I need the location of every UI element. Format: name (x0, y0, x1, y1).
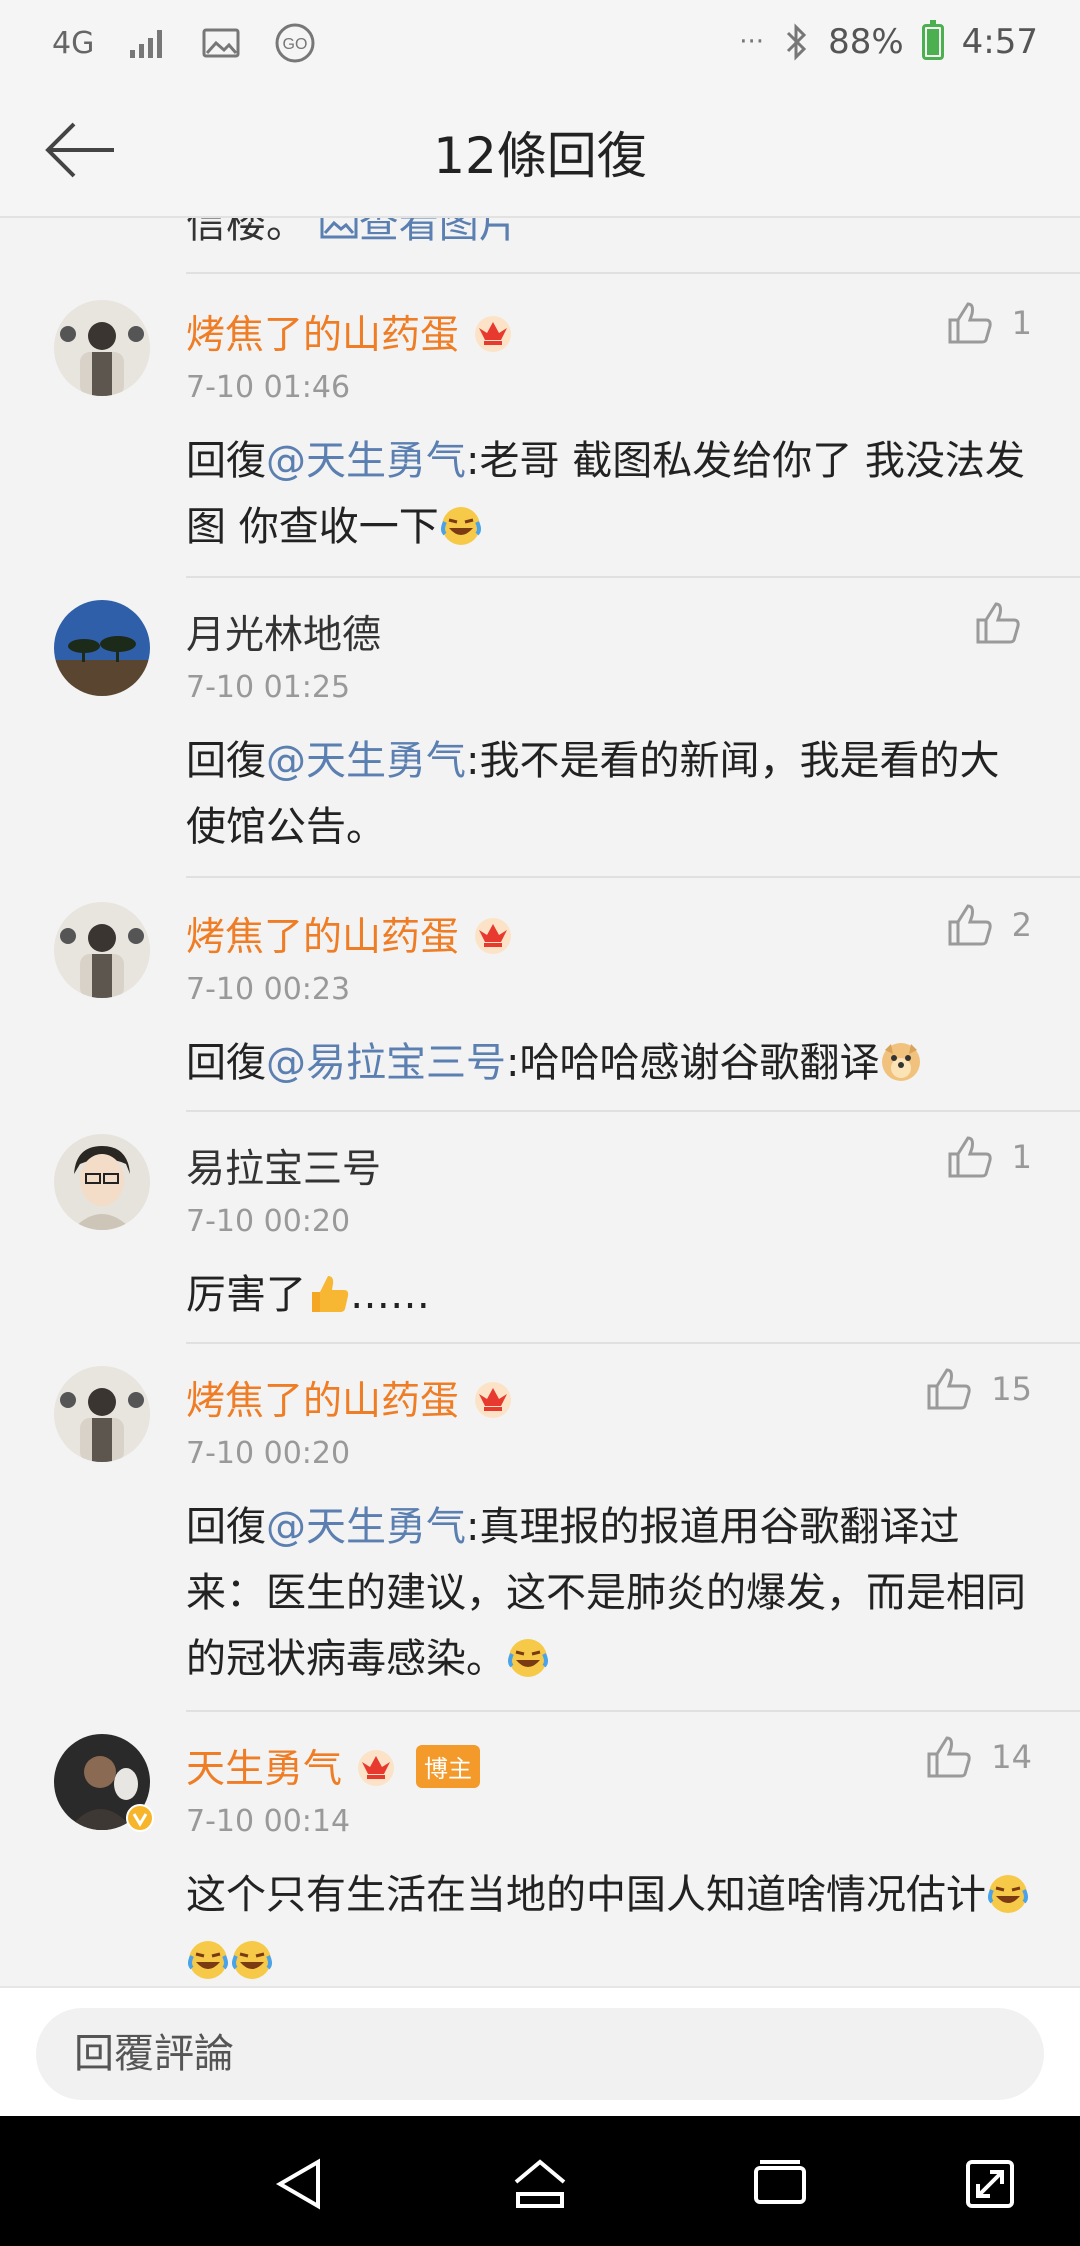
comment-time: 7-10 00:20 (186, 1436, 351, 1471)
network-4g-icon: 4G (52, 25, 95, 61)
divider (186, 1342, 1080, 1344)
thumbs-up-emoji (312, 1276, 349, 1312)
username[interactable]: 烤焦了的山药蛋 (186, 304, 515, 360)
laughing-crying-emoji (232, 1941, 272, 1979)
comment-text: 回復@天生勇气:真理报的报道用谷歌翻译过来：医生的建议，这不是肺炎的爆发，而是相… (186, 1504, 1026, 1682)
like-button[interactable]: 1 (946, 1134, 1032, 1180)
comment-text: 回復@天生勇气:我不是看的新闻，我是看的大使馆公告。 (186, 738, 1000, 850)
thumbs-up-icon (948, 302, 992, 344)
avatar[interactable] (54, 300, 150, 396)
comment-time: 7-10 01:46 (186, 370, 351, 405)
comment-time: 7-10 00:20 (186, 1204, 351, 1239)
like-count: 1 (1011, 1138, 1032, 1176)
divider (186, 576, 1080, 578)
nav-recents-icon[interactable] (750, 2154, 810, 2214)
mention-link[interactable]: @天生勇气 (266, 438, 466, 484)
like-button[interactable]: 1 (946, 300, 1032, 346)
divider (186, 1110, 1080, 1112)
avatar[interactable] (54, 902, 150, 998)
battery-icon (921, 20, 944, 60)
image-icon (202, 27, 240, 59)
battery-percent: 88% (828, 22, 904, 62)
crown-vip-icon (475, 918, 512, 954)
username[interactable]: 天生勇气 博主 (186, 1738, 481, 1794)
doge-emoji (882, 1043, 921, 1081)
signal-icon (128, 26, 168, 60)
divider (186, 272, 1080, 274)
header: 12條回復 (0, 88, 1080, 218)
divider (186, 876, 1080, 878)
laughing-crying-emoji (988, 1875, 1028, 1913)
username[interactable]: 易拉宝三号 (186, 1138, 381, 1194)
verified-v-icon (126, 1804, 154, 1832)
laughing-crying-emoji (440, 507, 481, 545)
like-button[interactable]: 14 (925, 1734, 1032, 1780)
like-button[interactable]: 15 (925, 1366, 1032, 1412)
like-button[interactable]: 2 (946, 902, 1032, 948)
comment-text: 回復@天生勇气:老哥 截图私发给你了 我没法发图 你查收一下 (186, 438, 1025, 550)
like-button[interactable] (974, 600, 1022, 646)
thumbs-up-icon (927, 1736, 971, 1778)
username[interactable]: 月光林地德 (186, 604, 381, 660)
username[interactable]: 烤焦了的山药蛋 (186, 906, 515, 962)
clock: 4:57 (961, 22, 1038, 62)
crown-vip-icon (475, 316, 512, 352)
crown-vip-icon (358, 1750, 395, 1786)
reply-bar: 回覆評論 (0, 1986, 1080, 2116)
comment-list: 信楼。 查看图片 烤焦了的山药蛋 7-10 01:46 1 回復@天生勇气:老哥… (0, 218, 1080, 1986)
like-count: 1 (1011, 304, 1032, 342)
comment-time: 7-10 00:23 (186, 972, 351, 1007)
avatar[interactable] (54, 1734, 154, 1832)
divider (186, 1710, 1080, 1712)
like-count: 2 (1011, 906, 1032, 944)
like-count: 14 (991, 1738, 1032, 1776)
crown-vip-icon (475, 1382, 512, 1418)
thumbs-up-icon (976, 602, 1020, 644)
mention-link[interactable]: @天生勇气 (266, 738, 466, 784)
reply-input[interactable]: 回覆評論 (36, 2008, 1044, 2100)
bluetooth-icon (782, 23, 810, 61)
go-icon: GO (274, 22, 316, 64)
mention-link[interactable]: @天生勇气 (266, 1504, 466, 1550)
svg-text:GO: GO (283, 36, 308, 53)
nav-home-icon[interactable] (510, 2154, 570, 2214)
username[interactable]: 烤焦了的山药蛋 (186, 1370, 515, 1426)
mention-link[interactable]: @易拉宝三号 (266, 1040, 506, 1086)
nav-rotate-icon[interactable] (960, 2154, 1020, 2214)
like-count: 15 (991, 1370, 1032, 1408)
laughing-crying-emoji (188, 1941, 228, 1979)
avatar[interactable] (54, 1366, 150, 1462)
page-title: 12條回復 (433, 127, 647, 185)
system-nav-bar (0, 2116, 1080, 2246)
author-badge: 博主 (416, 1744, 481, 1788)
comment-text: 这个只有生活在当地的中国人知道啥情况估计 (186, 1862, 1032, 1986)
comment-text: 厉害了…… (186, 1272, 430, 1318)
avatar[interactable] (54, 600, 150, 696)
avatar[interactable] (54, 1134, 150, 1230)
more-dots-icon: ··· (739, 27, 765, 57)
comment-time: 7-10 00:14 (186, 1804, 351, 1839)
thumbs-up-icon (948, 1136, 992, 1178)
thumbs-up-icon (927, 1368, 971, 1410)
partial-text: 信楼。 (186, 218, 306, 247)
partial-comment-text: 信楼。 查看图片 (186, 218, 519, 260)
thumbs-up-icon (948, 904, 992, 946)
comment-text: 回復@易拉宝三号:哈哈哈感谢谷歌翻译 (186, 1030, 1032, 1096)
status-bar: 4G GO ··· 88% 4:57 (0, 0, 1080, 88)
nav-back-icon[interactable] (270, 2154, 330, 2214)
view-image-link[interactable]: 查看图片 (319, 218, 519, 247)
laughing-crying-emoji (508, 1639, 548, 1677)
comment-time: 7-10 01:25 (186, 670, 351, 705)
image-icon (320, 218, 358, 239)
